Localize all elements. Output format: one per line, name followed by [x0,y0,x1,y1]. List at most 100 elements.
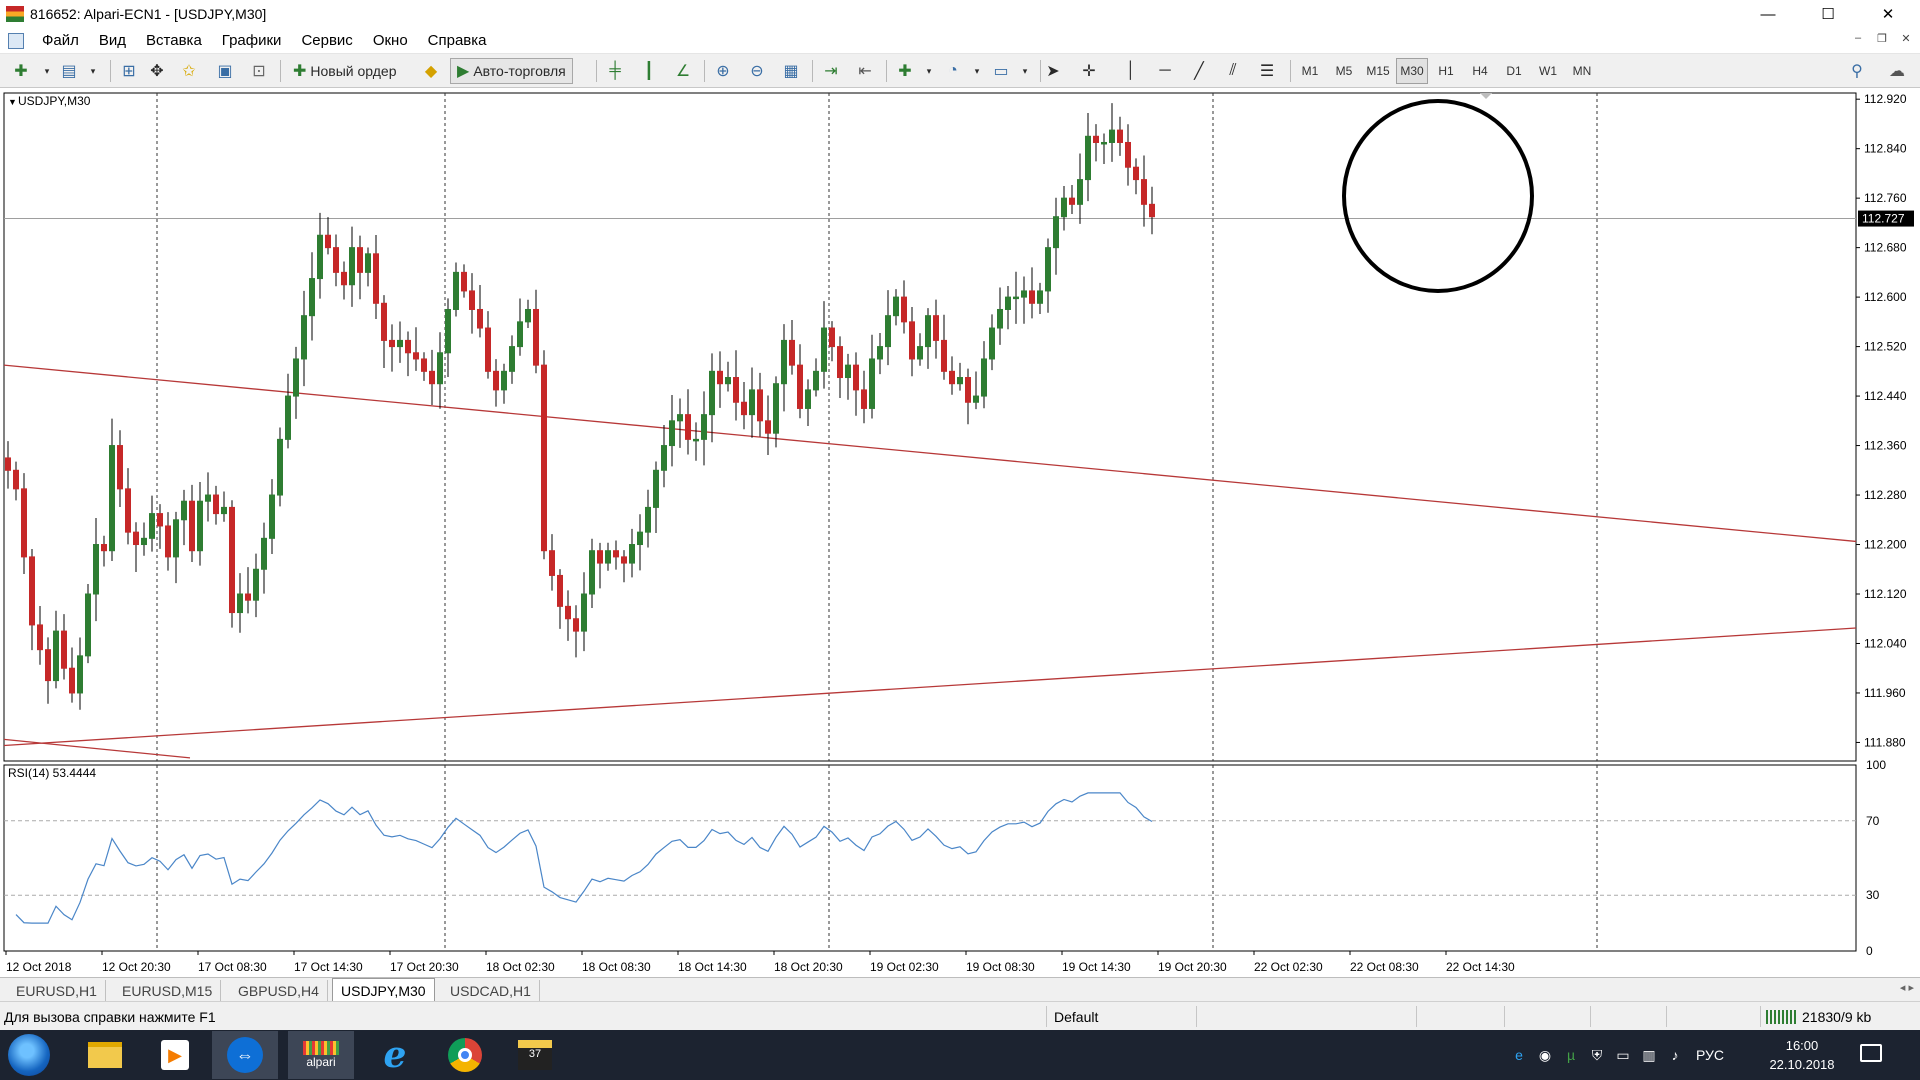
auto-trading-icon: ▶ [457,63,470,80]
search-icon[interactable]: ⚲ [1844,58,1870,84]
mdi-restore-button[interactable]: ❐ [1870,32,1894,45]
chat-icon[interactable]: ☁ [1884,58,1910,84]
line-chart-icon[interactable]: ∠ [670,58,696,84]
tab-scroll-arrows[interactable]: ◂ ▸ [1900,981,1914,994]
tray-ie-icon[interactable]: e [1508,1044,1530,1066]
timeframe-h4[interactable]: H4 [1464,58,1496,84]
menu-insert[interactable]: Вставка [136,32,212,49]
candle-body [909,321,915,360]
menu-window[interactable]: Окно [363,32,418,49]
candle-body [869,358,875,409]
candle-body [253,568,259,601]
price-chart[interactable]: 112.920 112.840 112.760 112.680 112.600 112.5… [0,89,1920,977]
ie-icon[interactable]: e [362,1031,428,1079]
menu-help[interactable]: Справка [418,32,497,49]
start-button[interactable] [8,1034,50,1076]
zoom-out-icon[interactable]: ⊖ [744,58,770,84]
chart-shift-icon[interactable]: ⇤ [852,58,878,84]
metaeditor-icon[interactable]: ◆ [418,58,444,84]
tab-eurusd-m15[interactable]: EURUSD,M15 [114,980,222,1001]
horizontal-line-icon[interactable]: ─ [1152,58,1178,84]
candle-body [661,445,667,471]
media-player-icon[interactable]: ▶ [142,1031,208,1079]
dropdown-icon[interactable]: ▾ [1012,58,1038,84]
candle-body [413,352,419,360]
tray-clock[interactable]: 16:00 22.10.2018 [1752,1036,1852,1074]
timeframe-h1[interactable]: H1 [1430,58,1462,84]
tile-windows-icon[interactable]: ▦ [778,58,804,84]
collapse-triangle-icon[interactable]: ▼ [8,97,17,107]
fibonacci-icon[interactable]: ☰ [1254,58,1280,84]
tray-chrome-icon[interactable]: ◉ [1534,1044,1556,1066]
timeframe-m15[interactable]: M15 [1362,58,1394,84]
tab-usdcad-h1[interactable]: USDCAD,H1 [442,980,540,1001]
tray-utorrent-icon[interactable]: µ [1560,1044,1582,1066]
tray-battery-icon[interactable]: ▭ [1612,1044,1634,1066]
vertical-line-icon[interactable]: │ [1118,58,1144,84]
crosshair-icon[interactable]: ✛ [1076,58,1102,84]
tab-gbpusd-h4[interactable]: GBPUSD,H4 [230,980,328,1001]
menu-view[interactable]: Вид [89,32,136,49]
zoom-in-icon[interactable]: ⊕ [710,58,736,84]
timeframe-w1[interactable]: W1 [1532,58,1564,84]
tray-network-icon[interactable]: ▥ [1638,1044,1660,1066]
candlestick-icon[interactable]: ┃ [636,58,662,84]
candle-body [5,457,11,471]
close-button[interactable]: ✕ [1860,0,1916,28]
timeframe-m5[interactable]: M5 [1328,58,1360,84]
trendline-icon[interactable]: ╱ [1186,58,1212,84]
timeframe-mn[interactable]: MN [1566,58,1598,84]
rsi-tick-label: 0 [1866,944,1873,958]
chart-window-icon[interactable] [8,32,24,49]
periods-clock-icon[interactable]: ◔ [940,58,966,84]
profiles-icon[interactable]: ▤ [56,58,82,84]
timeframe-d1[interactable]: D1 [1498,58,1530,84]
explorer-icon[interactable] [72,1031,138,1079]
candle-body [461,271,467,292]
navigator-icon[interactable]: ✥ [144,58,170,84]
price-tick-label: 111.880 [1864,735,1906,749]
tray-language[interactable]: РУС [1696,1047,1724,1063]
favorites-icon[interactable]: ✩ [176,58,202,84]
market-watch-icon[interactable]: ⊞ [116,58,142,84]
maximize-button[interactable]: ☐ [1800,0,1856,28]
new-order-button[interactable]: ✚ Новый ордер [286,58,404,84]
timeframe-m30[interactable]: M30 [1396,58,1428,84]
candle-body [117,445,123,490]
candle-body [181,500,187,521]
terminal-icon[interactable]: ▣ [212,58,238,84]
connection-bars-icon [1766,1010,1796,1024]
channel-icon[interactable]: ⫽ [1220,58,1246,84]
autoscroll-icon[interactable]: ⇥ [818,58,844,84]
candle-body [733,377,739,403]
strategy-tester-icon[interactable]: ⊡ [246,58,272,84]
tray-volume-icon[interactable]: ♪ [1664,1044,1686,1066]
candle-body [677,414,683,422]
tab-eurusd-h1[interactable]: EURUSD,H1 [8,980,106,1001]
tray-defender-icon[interactable]: ⛨ [1586,1044,1608,1066]
tab-usdjpy-m30[interactable]: USDJPY,M30 [332,978,435,1002]
dropdown-icon[interactable]: ▾ [80,58,106,84]
timeframe-m1[interactable]: M1 [1294,58,1326,84]
dropdown-icon[interactable]: ▾ [964,58,990,84]
candle-body [37,624,43,651]
auto-trading-button[interactable]: ▶ Авто-торговля [450,58,573,84]
dropdown-icon[interactable]: ▾ [916,58,942,84]
menu-file[interactable]: Файл [32,32,89,49]
minimize-button[interactable]: — [1740,0,1796,28]
chart-window[interactable]: 112.920 112.840 112.760 112.680 112.600 112.5… [0,89,1920,977]
mdi-minimize-button[interactable]: – [1846,32,1870,44]
menu-charts[interactable]: Графики [212,32,292,49]
teamviewer-icon[interactable]: ⇔ [212,1031,278,1079]
bar-chart-icon[interactable]: ╪ [602,58,628,84]
clapperboard-icon[interactable]: 37 [502,1031,568,1079]
action-center-icon[interactable] [1860,1044,1882,1062]
cursor-icon[interactable]: ➤ [1040,58,1066,84]
indicators-icon[interactable]: ✚ [892,58,918,84]
menu-tools[interactable]: Сервис [291,32,362,49]
templates-icon[interactable]: ▭ [988,58,1014,84]
new-chart-icon[interactable]: ✚ [8,58,34,84]
chrome-icon[interactable] [432,1031,498,1079]
alpari-icon[interactable]: alpari [288,1031,354,1079]
mdi-close-button[interactable]: ✕ [1894,32,1918,45]
